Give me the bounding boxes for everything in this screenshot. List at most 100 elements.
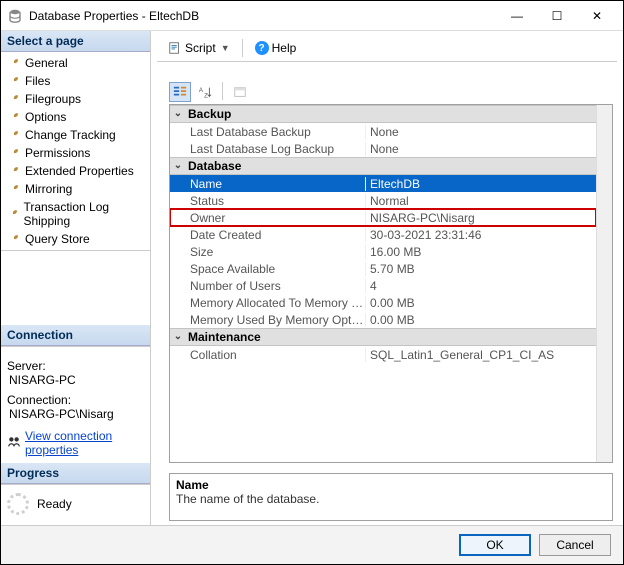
minimize-button[interactable]: — (497, 2, 537, 30)
script-icon (168, 41, 182, 55)
toolbar: Script ▼ ? Help (157, 35, 617, 62)
property-value: 5.70 MB (366, 262, 596, 276)
grid-blank (170, 363, 596, 462)
property-name: Memory Used By Memory Optimized Objects (170, 313, 366, 327)
dialog-buttons: OK Cancel (1, 525, 623, 564)
select-page-header: Select a page (1, 31, 150, 52)
window-title: Database Properties - EltechDB (29, 9, 497, 23)
property-name: Status (170, 194, 366, 208)
category-maintenance[interactable]: ⌄Maintenance (170, 328, 596, 346)
categorized-view-button[interactable] (169, 82, 191, 102)
property-row[interactable]: Number of Users4 (170, 277, 596, 294)
wrench-icon (7, 110, 21, 124)
page-item-change-tracking[interactable]: Change Tracking (1, 126, 150, 144)
wrench-icon (7, 128, 21, 142)
connection-label: Connection: (7, 393, 144, 407)
page-item-files[interactable]: Files (1, 72, 150, 90)
alphabetical-view-button[interactable]: AZ (194, 82, 216, 102)
property-name: Owner (170, 211, 366, 225)
chevron-down-icon: ⌄ (172, 160, 184, 171)
category-label: Backup (188, 107, 231, 121)
progress-value: Ready (37, 497, 72, 511)
cancel-button[interactable]: Cancel (539, 534, 611, 556)
page-item-mirroring[interactable]: Mirroring (1, 180, 150, 198)
description-name: Name (176, 478, 606, 492)
property-value: 16.00 MB (366, 245, 596, 259)
svg-text:Z: Z (204, 92, 208, 99)
ok-button[interactable]: OK (459, 534, 531, 556)
category-label: Database (188, 159, 241, 173)
property-name: Memory Allocated To Memory Optimized Obj… (170, 296, 366, 310)
page-item-general[interactable]: General (1, 54, 150, 72)
property-pages-button[interactable] (229, 82, 251, 102)
close-button[interactable]: ✕ (577, 2, 617, 30)
property-row[interactable]: CollationSQL_Latin1_General_CP1_CI_AS (170, 346, 596, 363)
page-item-label: Change Tracking (25, 128, 116, 142)
server-label: Server: (7, 359, 144, 373)
scrollbar[interactable] (596, 105, 612, 462)
help-label: Help (272, 41, 297, 55)
progress-header: Progress (1, 463, 150, 484)
property-name: Size (170, 245, 366, 259)
property-value: 30-03-2021 23:31:46 (366, 228, 596, 242)
page-item-extended-properties[interactable]: Extended Properties (1, 162, 150, 180)
titlebar: Database Properties - EltechDB — ☐ ✕ (1, 1, 623, 31)
chevron-down-icon: ⌄ (172, 108, 184, 119)
view-connection-properties-link[interactable]: View connection properties (25, 429, 144, 457)
dropdown-caret-icon: ▼ (221, 43, 230, 53)
page-list: GeneralFilesFilegroups Options Change Trac… (1, 52, 150, 251)
page-item-query-store[interactable]: Query Store (1, 230, 150, 248)
property-value: SQL_Latin1_General_CP1_CI_AS (366, 348, 596, 362)
page-item-label: Extended Properties (25, 164, 134, 178)
wrench-icon (7, 232, 21, 246)
page-item-permissions[interactable]: Permissions (1, 144, 150, 162)
script-label: Script (185, 41, 216, 55)
help-button[interactable]: ? Help (252, 39, 300, 57)
wrench-icon (7, 74, 21, 88)
wrench-icon (7, 207, 19, 221)
property-value: 4 (366, 279, 596, 293)
wrench-icon (7, 92, 21, 106)
page-item-label: Query Store (25, 232, 90, 246)
property-name: Name (170, 177, 366, 191)
property-grid-toolbar: AZ (169, 80, 613, 104)
property-grid[interactable]: ⌄ Backup Last Database BackupNoneLast Data… (170, 105, 596, 462)
property-row[interactable]: Date Created30-03-2021 23:31:46 (170, 226, 596, 243)
property-row[interactable]: Size16.00 MB (170, 243, 596, 260)
property-name: Space Available (170, 262, 366, 276)
description-box: Name The name of the database. (169, 473, 613, 521)
property-row[interactable]: Last Database BackupNone (170, 123, 596, 140)
property-value: NISARG-PC\Nisarg (366, 211, 596, 225)
page-item-transaction-log-shipping[interactable]: Transaction Log Shipping (1, 198, 150, 230)
wrench-icon (7, 182, 21, 196)
property-value: 0.00 MB (366, 296, 596, 310)
wrench-icon (7, 164, 21, 178)
property-row[interactable]: Memory Allocated To Memory Optimized Obj… (170, 294, 596, 311)
category-database[interactable]: ⌄ Database (170, 157, 596, 175)
right-panel: Script ▼ ? Help AZ (151, 31, 623, 525)
server-value: NISARG-PC (9, 373, 144, 387)
property-value: EltechDB (366, 177, 596, 191)
property-value: 0.00 MB (366, 313, 596, 327)
page-item-label: Mirroring (25, 182, 72, 196)
page-item-filegroups[interactable]: Filegroups (1, 90, 150, 108)
maximize-button[interactable]: ☐ (537, 2, 577, 30)
left-panel: Select a page GeneralFilesFilegroups Opti… (1, 31, 151, 525)
script-button[interactable]: Script ▼ (165, 39, 233, 57)
property-row[interactable]: NameEltechDB (170, 175, 596, 192)
property-name: Number of Users (170, 279, 366, 293)
page-item-options[interactable]: Options (1, 108, 150, 126)
grid-toolbar-separator (222, 82, 223, 100)
page-item-label: Transaction Log Shipping (23, 200, 144, 228)
property-row[interactable]: Space Available5.70 MB (170, 260, 596, 277)
property-row[interactable]: Last Database Log BackupNone (170, 140, 596, 157)
property-row[interactable]: Memory Used By Memory Optimized Objects0… (170, 311, 596, 328)
property-row[interactable]: StatusNormal (170, 192, 596, 209)
wrench-icon (7, 56, 21, 70)
page-item-label: Options (25, 110, 66, 124)
property-row[interactable]: OwnerNISARG-PC\Nisarg (170, 209, 596, 226)
category-backup[interactable]: ⌄ Backup (170, 105, 596, 123)
toolbar-separator (242, 39, 243, 57)
svg-text:A: A (199, 87, 204, 94)
category-label: Maintenance (188, 330, 261, 344)
